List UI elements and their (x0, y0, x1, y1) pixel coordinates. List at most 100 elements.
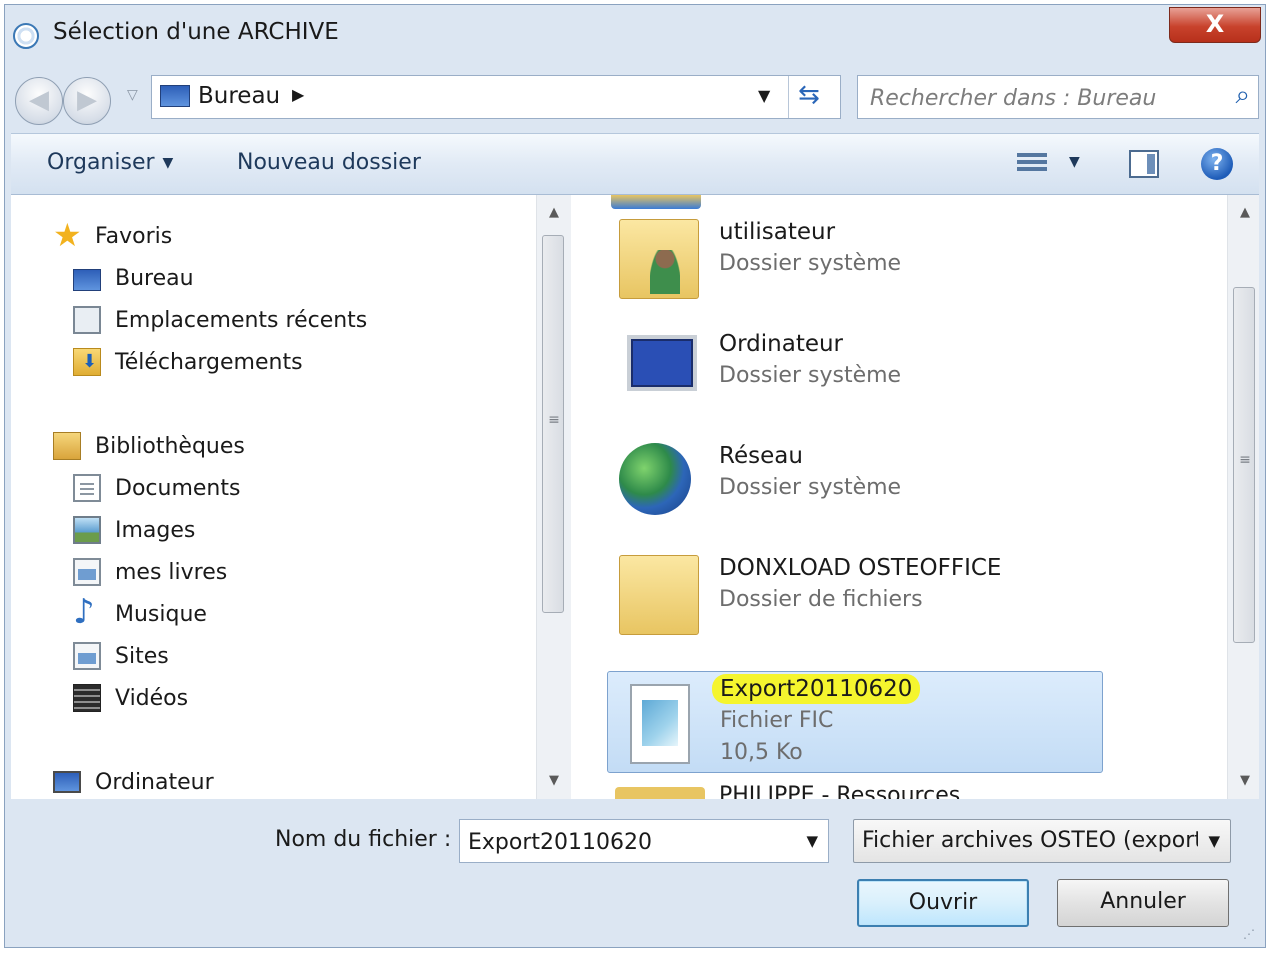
image-icon (73, 516, 101, 544)
sidebar-item-bureau[interactable]: Bureau (73, 261, 194, 295)
filename-combobox[interactable]: ▼ (459, 819, 829, 863)
search-box[interactable]: ⌕ (857, 75, 1259, 119)
title-bar[interactable]: Sélection d'une ARCHIVE X (5, 5, 1265, 65)
sidebar-item-label: Documents (115, 475, 241, 501)
desktop-icon (160, 85, 190, 107)
scroll-down-icon[interactable]: ▼ (1228, 773, 1259, 788)
file-name: Ordinateur (719, 331, 844, 357)
recent-places-icon (73, 306, 101, 334)
document-icon (73, 474, 101, 502)
file-item-utilisateur[interactable]: utilisateur Dossier système (607, 207, 1103, 309)
address-separator (788, 76, 789, 118)
address-crumb-bureau[interactable]: Bureau (198, 83, 280, 109)
window-title: Sélection d'une ARCHIVE (53, 19, 339, 45)
navigation-scrollbar[interactable]: ▲ ≡ ▼ (536, 195, 571, 799)
forward-arrow-icon: ▶ (77, 85, 97, 115)
music-note-icon (73, 592, 101, 632)
filename-input[interactable] (466, 824, 790, 860)
sidebar-item-label: Images (115, 517, 196, 543)
partial-file-name: PHILIPPE - Ressources (719, 783, 961, 799)
file-type: Dossier de fichiers (719, 587, 923, 612)
file-type-value: Fichier archives OSTEO (export* (862, 828, 1198, 853)
cancel-button[interactable]: Annuler (1057, 879, 1229, 927)
view-options-icon[interactable] (1017, 150, 1049, 180)
chevron-down-icon: ▼ (162, 155, 174, 171)
address-dropdown-icon[interactable]: ▼ (758, 86, 770, 105)
scroll-up-icon[interactable]: ▲ (1228, 205, 1259, 220)
history-dropdown-icon[interactable]: ▽ (127, 87, 138, 103)
chevron-down-icon[interactable]: ▼ (1208, 832, 1220, 850)
search-input[interactable] (868, 80, 1212, 116)
file-item-ordinateur[interactable]: Ordinateur Dossier système (607, 319, 1103, 421)
scroll-down-icon[interactable]: ▼ (537, 773, 571, 788)
file-type: Dossier système (719, 475, 902, 500)
sidebar-item-images[interactable]: Images (73, 513, 195, 547)
filename-label: Nom du fichier : (275, 827, 452, 852)
sidebar-item-documents[interactable]: Documents (73, 471, 240, 505)
new-folder-button[interactable]: Nouveau dossier (237, 150, 421, 175)
close-button[interactable]: X (1169, 7, 1261, 43)
refresh-icon[interactable]: ⇆ (798, 80, 820, 110)
sidebar-item-telechargements[interactable]: Téléchargements (73, 345, 303, 379)
dialog-body: Favoris Bureau Emplacements récents Télé… (11, 195, 1259, 799)
sidebar-item-favoris[interactable]: Favoris (53, 216, 173, 254)
sidebar-item-label: mes livres (115, 559, 228, 585)
file-type: Fichier FIC (720, 708, 834, 733)
grip-icon: ≡ (548, 412, 560, 428)
file-icon (630, 684, 690, 764)
navigation-pane: Favoris Bureau Emplacements récents Télé… (11, 195, 536, 799)
file-name: utilisateur (719, 219, 836, 245)
star-icon (53, 216, 82, 254)
scroll-up-icon[interactable]: ▲ (537, 205, 571, 220)
file-type: Dossier système (719, 363, 902, 388)
organiser-label: Organiser (47, 150, 155, 175)
forward-button[interactable]: ▶ (63, 77, 111, 125)
help-icon[interactable]: ? (1201, 148, 1233, 180)
breadcrumb-arrow-icon[interactable]: ▶ (292, 85, 304, 104)
open-button[interactable]: Ouvrir (857, 879, 1029, 927)
partial-folder-icon (615, 787, 705, 799)
scrollbar-thumb[interactable]: ≡ (542, 235, 564, 613)
user-folder-icon (619, 219, 699, 299)
library-icon (53, 432, 81, 460)
back-button[interactable]: ◀ (15, 77, 63, 125)
file-item-donxload-osteoffice[interactable]: DONXLOAD OSTEOFFICE Dossier de fichiers (607, 543, 1103, 645)
sidebar-item-bibliotheques[interactable]: Bibliothèques (53, 429, 245, 463)
file-item-reseau[interactable]: Réseau Dossier système (607, 431, 1103, 533)
resize-grip-icon[interactable]: ⋰ (1243, 927, 1255, 941)
file-dialog-window: Sélection d'une ARCHIVE X ◀ ▶ ▽ Bureau ▶… (4, 4, 1266, 948)
sidebar-item-videos[interactable]: Vidéos (73, 681, 188, 715)
preview-pane-icon[interactable] (1129, 150, 1159, 178)
sidebar-item-mes-livres[interactable]: mes livres (73, 555, 227, 589)
sidebar-item-label: Vidéos (115, 685, 189, 711)
organiser-button[interactable]: Organiser ▼ (47, 150, 173, 175)
scrollbar-thumb[interactable]: ≡ (1233, 287, 1255, 643)
address-bar[interactable]: Bureau ▶ ▼ ⇆ (151, 75, 841, 119)
library-folder-icon (73, 642, 101, 670)
search-icon[interactable]: ⌕ (1235, 80, 1250, 111)
sidebar-item-sites[interactable]: Sites (73, 639, 169, 673)
command-toolbar: Organiser ▼ Nouveau dossier ▼ ? (11, 133, 1259, 195)
sidebar-item-musique[interactable]: Musique (73, 592, 207, 632)
app-icon (13, 23, 39, 49)
file-type-select[interactable]: Fichier archives OSTEO (export* ▼ (853, 819, 1231, 863)
dialog-footer: Nom du fichier : ▼ Fichier archives OSTE… (11, 799, 1259, 945)
view-dropdown-icon[interactable]: ▼ (1069, 154, 1080, 170)
sidebar-item-label: Ordinateur (95, 769, 214, 795)
highlighted-file-name: Export20110620 (712, 674, 921, 704)
sidebar-item-label: Musique (115, 601, 207, 627)
folder-icon (619, 555, 699, 635)
sidebar-item-label: Bibliothèques (95, 433, 245, 459)
sidebar-item-label: Sites (115, 643, 169, 669)
file-name: Réseau (719, 443, 803, 469)
sidebar-item-ordinateur[interactable]: Ordinateur (53, 765, 214, 799)
sidebar-item-emplacements-recents[interactable]: Emplacements récents (73, 303, 367, 337)
sidebar-item-label: Favoris (95, 223, 173, 249)
library-folder-icon (73, 558, 101, 586)
file-type: Dossier système (719, 251, 902, 276)
desktop-icon (73, 268, 101, 291)
chevron-down-icon[interactable]: ▼ (806, 832, 818, 850)
file-item-export20110620[interactable]: Export20110620 Fichier FIC 10,5 Ko (607, 671, 1103, 773)
file-name: DONXLOAD OSTEOFFICE (719, 555, 1002, 581)
file-list-scrollbar[interactable]: ▲ ≡ ▼ (1227, 195, 1259, 799)
